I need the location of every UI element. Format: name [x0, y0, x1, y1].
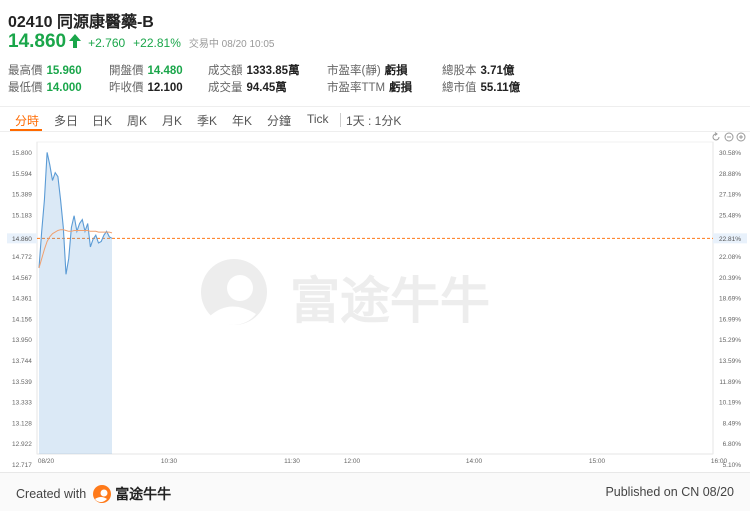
current-pct-label: 22.81% [719, 236, 741, 243]
published-date: Published on CN 08/20 [605, 485, 734, 499]
tab-intraday[interactable]: 分時 [15, 112, 39, 129]
y-tick-right: 15.29% [719, 337, 741, 344]
watermark: 富途牛牛 [201, 259, 490, 330]
y-tick-right: 8.49% [723, 420, 742, 427]
y-tick-right: 30.58% [719, 150, 741, 157]
x-tick: 08/20 [38, 458, 55, 465]
y-tick-left: 15.800 [12, 150, 32, 157]
current-price-label: 14.860 [12, 236, 32, 243]
arrow-up-icon [69, 34, 82, 48]
tab-multi-day[interactable]: 多日 [54, 112, 78, 129]
y-tick-right: 20.39% [719, 275, 741, 282]
created-with-label: Created with [16, 487, 87, 501]
futu-logo-icon [93, 485, 112, 503]
price-area [39, 152, 112, 454]
x-tick: 15:00 [589, 458, 606, 465]
tab-tick[interactable]: Tick [307, 112, 329, 126]
x-tick: 11:30 [284, 458, 300, 465]
y-tick-left: 14.772 [12, 254, 32, 261]
tab-interval-select[interactable]: 1天 : 1分K [346, 112, 401, 129]
last-price: 14.860 [8, 31, 67, 52]
tab-minute[interactable]: 分鐘 [267, 112, 291, 129]
stat-market-cap: 總市值 55.11億 [442, 82, 521, 94]
stat-low: 最低價 14.000 [8, 82, 82, 94]
y-tick-left: 15.183 [12, 212, 32, 219]
stat-total-shares: 總股本 3.71億 [442, 65, 515, 77]
y-tick-right: 16.99% [719, 316, 741, 323]
zoom-out-icon[interactable] [724, 132, 734, 142]
x-tick: 12:00 [344, 458, 361, 465]
reset-icon[interactable] [711, 132, 721, 142]
stat-turnover: 成交額 1333.85萬 [208, 65, 300, 77]
y-tick-left: 13.744 [12, 358, 32, 365]
y-tick-right: 11.89% [719, 379, 741, 386]
tab-weekly-k[interactable]: 周K [127, 112, 147, 129]
active-tab-underline [10, 129, 42, 131]
y-tick-left: 13.950 [12, 337, 32, 344]
stat-high: 最高價 15.960 [8, 65, 82, 77]
stock-title: 02410 同源康醫藥-B [8, 14, 154, 31]
x-tick: 10:30 [161, 458, 178, 465]
x-tick: 16:00 [711, 458, 728, 465]
y-tick-left: 12.922 [12, 441, 32, 448]
stat-prev-close: 昨收價 12.100 [109, 82, 183, 94]
y-tick-right: 10.19% [719, 400, 741, 407]
y-tick-left: 13.539 [12, 379, 32, 386]
tab-quarterly-k[interactable]: 季K [197, 112, 217, 129]
chart-canvas: 富途牛牛 15.80015.59415.38915.18314.97814.77… [7, 141, 747, 469]
created-with: Created with 富途牛牛 [16, 484, 171, 504]
chart-period-tabs: 分時 多日 日K 周K 月K 季K 年K 分鐘 Tick 1天 : 1分K [0, 106, 750, 132]
y-tick-right: 18.69% [719, 296, 741, 303]
x-tick: 14:00 [466, 458, 483, 465]
price-change-pct: +22.81% [133, 36, 181, 50]
futu-brand: 富途牛牛 [115, 486, 172, 502]
stat-open: 開盤價 14.480 [109, 65, 183, 77]
y-tick-right: 22.08% [719, 254, 741, 261]
svg-text:富途牛牛: 富途牛牛 [290, 272, 490, 330]
y-tick-right: 25.48% [719, 212, 741, 219]
tab-monthly-k[interactable]: 月K [162, 112, 182, 129]
y-tick-left: 15.389 [12, 192, 32, 199]
trading-status: 交易中 08/20 10:05 [188, 39, 275, 50]
y-tick-right: 28.88% [719, 171, 741, 178]
footer: Created with 富途牛牛 Published on CN 08/20 [0, 472, 750, 511]
intraday-chart: 富途牛牛 15.80015.59415.38915.18314.97814.77… [0, 132, 750, 472]
y-tick-left: 14.567 [12, 275, 32, 282]
y-tick-left: 14.361 [12, 296, 32, 303]
stat-pe-static: 市盈率(靜) 虧損 [327, 65, 408, 77]
stat-pe-ttm: 市盈率TTM 虧損 [327, 82, 413, 94]
price-change: +2.760 [88, 36, 126, 50]
tab-daily-k[interactable]: 日K [92, 112, 112, 129]
y-tick-right: 13.59% [719, 358, 741, 365]
y-tick-left: 13.128 [12, 420, 32, 427]
stat-volume: 成交量 94.45萬 [208, 82, 287, 94]
tab-yearly-k[interactable]: 年K [232, 112, 252, 129]
y-tick-left: 12.717 [12, 462, 32, 469]
y-tick-left: 13.333 [12, 400, 32, 407]
quote-header: 02410 同源康醫藥-B 14.860 +2.760 +22.81% 交易中 … [0, 0, 750, 100]
y-tick-right: 6.80% [723, 441, 742, 448]
y-tick-right: 27.18% [719, 192, 741, 199]
tab-separator [340, 113, 341, 127]
zoom-in-icon[interactable] [736, 132, 746, 142]
price-row: 14.860 +2.760 +22.81% 交易中 08/20 10:05 [8, 31, 275, 53]
y-tick-left: 15.594 [12, 171, 32, 178]
y-tick-left: 14.156 [12, 316, 32, 323]
